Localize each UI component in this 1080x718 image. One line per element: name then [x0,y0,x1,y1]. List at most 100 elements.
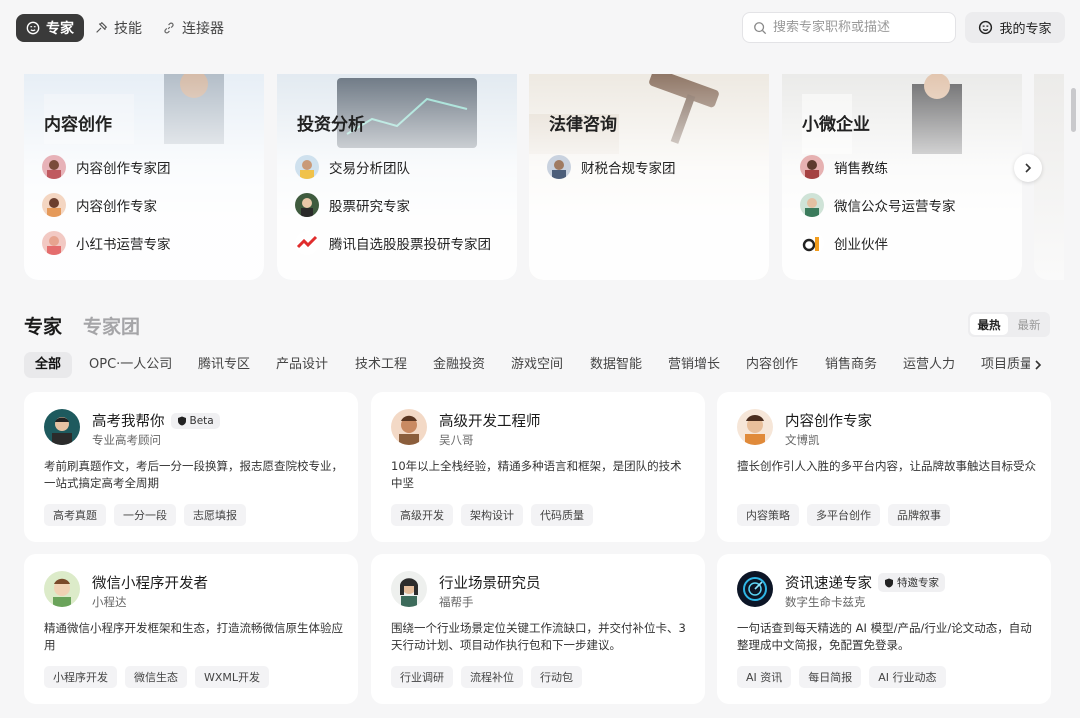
tab-experts[interactable]: 专家 [16,14,84,42]
page-scrollbar[interactable] [1071,88,1076,132]
category-title: 小微企业 [802,115,870,135]
tab-skills[interactable]: 技能 [84,14,152,42]
expert-description: 擅长创作引人入胜的多平台内容，让品牌故事触达目标受众 [737,459,1036,473]
expert-subtitle: 小程达 [92,595,127,609]
expert-name-row: 高考我帮你 Beta [92,410,220,431]
category-item-label: 财税合规专家团 [581,161,676,177]
category-item[interactable]: 小红书运营专家 [42,231,171,255]
tag: 内容策略 [737,504,799,526]
category-item[interactable]: 腾讯自选股股票投研专家团 [295,231,491,255]
category-item[interactable]: 交易分析团队 [295,155,410,179]
expert-card[interactable]: 高考我帮你 Beta 专业高考顾问 考前刷真题作文，考后一分一段换算，报志愿查院… [24,392,358,542]
tag: 代码质量 [531,504,593,526]
search-icon [754,21,767,34]
expert-tags: 内容策略 多平台创作 品牌叙事 [737,504,950,526]
avatar [737,409,773,445]
expert-tags: 高级开发 架构设计 代码质量 [391,504,593,526]
top-bar: 专家 技能 连接器 我的专家 [0,0,1080,56]
filter-chip[interactable]: 技术工程 [344,352,418,378]
filter-chip[interactable]: 腾讯专区 [187,352,261,378]
avatar [737,571,773,607]
tag: WXML开发 [195,666,270,688]
filter-chip-all[interactable]: 全部 [24,352,73,378]
tag: 一分一段 [114,504,176,526]
expert-card[interactable]: 行业场景研究员 福帮手 围绕一个行业场景定位关键工作流缺口，并交付补位卡、3天行… [371,554,705,704]
filter-chip[interactable]: 游戏空间 [500,352,574,378]
chevron-right-icon [1025,163,1032,173]
filter-scroll-right-button[interactable] [1030,355,1046,375]
filter-chip[interactable]: 营销增长 [657,352,731,378]
category-item[interactable]: 创业伙伴 [800,231,888,255]
my-experts-label: 我的专家 [999,22,1052,37]
expert-card[interactable]: 高级开发工程师 吴八哥 10年以上全栈经验，精通多种语言和框架，是团队的技术中坚… [371,392,705,542]
expert-description: 10年以上全栈经验，精通多种语言和框架，是团队的技术中坚 [391,459,682,490]
category-item[interactable]: 股票研究专家 [295,193,410,217]
expert-card[interactable]: 微信小程序开发者 小程达 精通微信小程序开发框架和生态，打造流畅微信原生体验应用… [24,554,358,704]
avatar [800,155,824,179]
tag: 架构设计 [461,504,523,526]
filter-chip[interactable]: OPC·一人公司 [78,352,183,378]
category-card-content[interactable]: 内容创作 内容创作专家团 内容创作专家 小红书运营专家 [24,74,264,280]
expert-subtitle: 吴八哥 [439,433,474,447]
category-item-label: 腾讯自选股股票投研专家团 [329,237,491,253]
chevron-right-icon [1035,360,1042,370]
expert-icon [979,20,993,35]
expert-name-row: 资讯速递专家 特邀专家 [785,572,945,593]
category-item[interactable]: 财税合规专家团 [547,155,676,179]
expert-icon [26,21,40,35]
category-item[interactable]: 内容创作专家 [42,193,157,217]
avatar [547,155,571,179]
tag: 流程补位 [461,666,523,688]
expert-tags: 高考真题 一分一段 志愿填报 [44,504,246,526]
sort-toggle: 最热 最新 [968,312,1050,337]
expert-name: 行业场景研究员 [439,576,541,592]
my-experts-button[interactable]: 我的专家 [965,12,1065,43]
expert-name: 高考我帮你 [92,414,165,430]
filter-chip[interactable]: 数据智能 [579,352,653,378]
tag: 行业调研 [391,666,453,688]
expert-card[interactable]: 资讯速递专家 特邀专家 数字生命卡兹克 一句话查到每天精选的 AI 模型/产品/… [717,554,1051,704]
expert-description: 精通微信小程序开发框架和生态，打造流畅微信原生体验应用 [44,621,343,652]
filter-chip[interactable]: 内容创作 [735,352,809,378]
tag: 行动包 [531,666,582,688]
expert-tags: 小程序开发 微信生态 WXML开发 [44,666,270,688]
tab-connectors[interactable]: 连接器 [152,14,234,42]
category-card-legal[interactable]: 法律咨询 财税合规专家团 [529,74,769,280]
section-tab-expert-teams[interactable]: 专家团 [83,312,140,339]
badge-label: Beta [189,414,214,427]
sort-new-button[interactable]: 最新 [1010,314,1048,335]
search-box[interactable] [742,12,956,43]
filter-chip-bar: 全部 OPC·一人公司 腾讯专区 产品设计 技术工程 金融投资 游戏空间 数据智… [24,352,1030,378]
expert-name: 内容创作专家 [785,414,872,430]
category-card-small-business[interactable]: 小微企业 销售教练 微信公众号运营专家 创业伙伴 [782,74,1022,280]
filter-chip[interactable]: 产品设计 [265,352,339,378]
filter-chip[interactable]: 项目质量 [970,352,1030,378]
filter-chip[interactable]: 运营人力 [892,352,966,378]
avatar [295,155,319,179]
beta-badge: Beta [170,412,220,429]
avatar [42,155,66,179]
invited-expert-badge: 特邀专家 [878,573,945,592]
tag: 每日简报 [799,666,862,688]
tag: 高考真题 [44,504,106,526]
category-item[interactable]: 内容创作专家团 [42,155,171,179]
section-tab-experts[interactable]: 专家 [24,312,62,339]
category-title: 投资分析 [297,115,365,135]
tab-skills-label: 技能 [114,21,142,37]
avatar [44,409,80,445]
tag: 微信生态 [125,666,187,688]
category-item[interactable]: 微信公众号运营专家 [800,193,956,217]
search-input[interactable] [773,20,943,35]
expert-name: 资讯速递专家 [785,576,872,592]
startup-icon [800,231,824,255]
expert-card[interactable]: 内容创作专家 文博凯 擅长创作引人入胜的多平台内容，让品牌故事触达目标受众 内容… [717,392,1051,542]
filter-chip[interactable]: 金融投资 [422,352,496,378]
expert-name-row: 高级开发工程师 [439,410,541,431]
filter-chip[interactable]: 销售商务 [814,352,888,378]
category-card-investment[interactable]: 投资分析 交易分析团队 股票研究专家 腾讯自选股股票投研专家团 [277,74,517,280]
sort-hot-button[interactable]: 最热 [970,314,1008,335]
category-item[interactable]: 销售教练 [800,155,888,179]
category-item-label: 交易分析团队 [329,161,410,177]
tag: 品牌叙事 [888,504,950,526]
carousel-next-button[interactable] [1014,154,1042,182]
